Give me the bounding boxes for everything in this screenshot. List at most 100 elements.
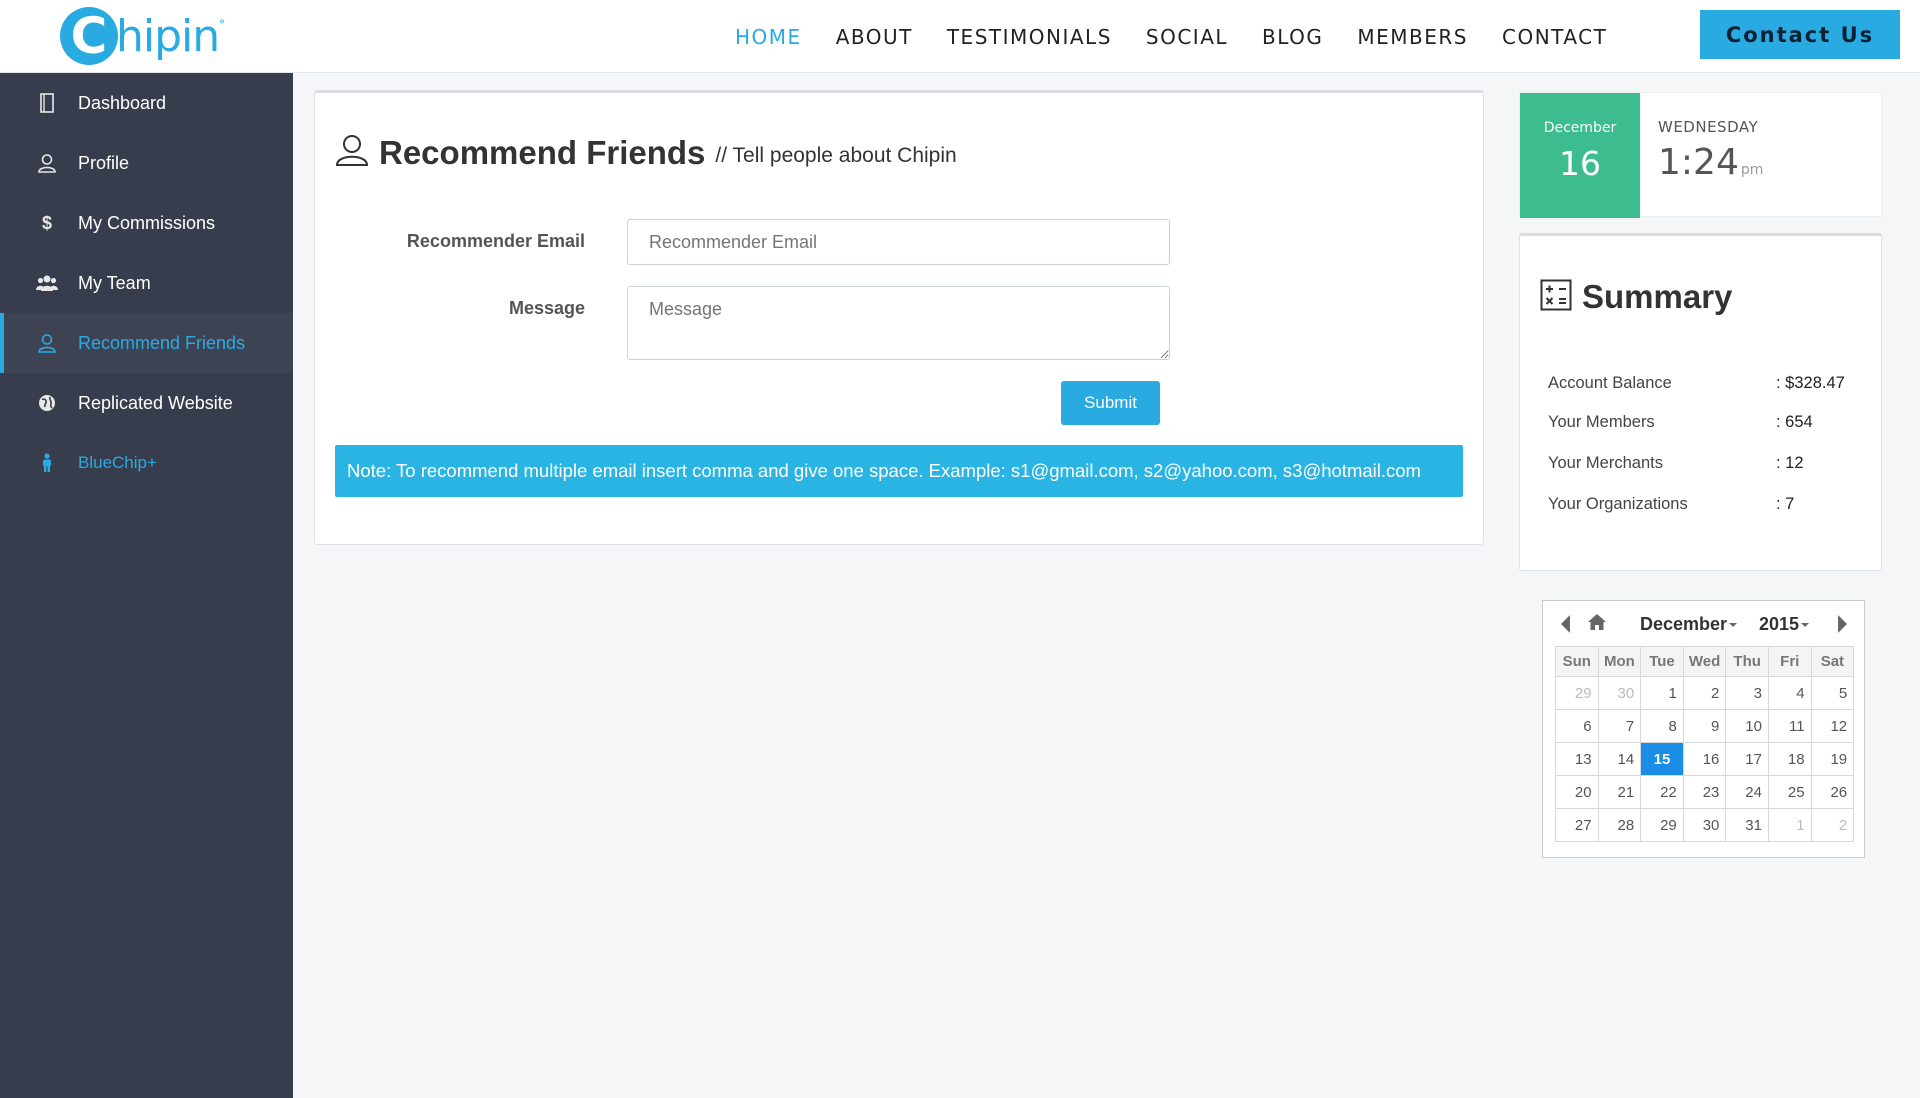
sidebar-item-label: BlueChip+ — [78, 453, 157, 472]
message-label: Message — [508, 298, 585, 318]
calendar-day[interactable]: 2 — [1682, 676, 1727, 710]
weekday-header: Wed — [1682, 646, 1727, 677]
calendar-day[interactable]: 19 — [1810, 742, 1855, 776]
panel-header: Recommend Friends // Tell people about C… — [335, 133, 957, 172]
nav-social[interactable]: SOCIAL — [1146, 25, 1228, 49]
nav-about[interactable]: ABOUT — [836, 25, 913, 49]
page-title: Recommend Friends — [379, 133, 706, 171]
calendar-day[interactable]: 2 — [1810, 808, 1855, 842]
recommender-email-input[interactable] — [627, 219, 1170, 265]
recommend-friends-panel: Recommend Friends // Tell people about C… — [314, 90, 1484, 545]
calendar-day[interactable]: 6 — [1555, 709, 1599, 743]
main-nav: HOME ABOUT TESTIMONIALS SOCIAL BLOG MEMB… — [735, 0, 1641, 73]
notebook-icon — [36, 93, 58, 113]
sidebar-item-label: My Commissions — [78, 212, 216, 233]
sidebar-item-label: My Team — [78, 272, 151, 293]
person-icon — [36, 453, 58, 473]
calendar-day[interactable]: 26 — [1810, 775, 1855, 809]
summary-row: Account Balance : $328.47 — [1548, 374, 1868, 393]
email-label: Recommender Email — [406, 231, 585, 251]
calendar-day[interactable]: 14 — [1597, 742, 1642, 776]
calendar-day[interactable]: 3 — [1725, 676, 1769, 710]
calendar-day-selected[interactable]: 15 — [1640, 742, 1684, 776]
globe-icon — [36, 394, 58, 412]
week-row: 13 14 15 16 17 18 19 — [1555, 742, 1855, 776]
calendar-day[interactable]: 29 — [1640, 808, 1684, 842]
calendar-day[interactable]: 10 — [1725, 709, 1769, 743]
group-icon — [36, 274, 58, 292]
summary-row: Your Organizations : 7 — [1548, 495, 1868, 514]
submit-button[interactable]: Submit — [1061, 381, 1160, 425]
calendar-day[interactable]: 1 — [1767, 808, 1812, 842]
chipin-logo[interactable]: C hipin ° — [60, 6, 225, 66]
message-textarea[interactable] — [627, 286, 1170, 360]
calendar-day[interactable]: 5 — [1810, 676, 1855, 710]
calendar-day[interactable]: 30 — [1682, 808, 1727, 842]
chevron-down-icon — [1801, 623, 1810, 628]
calendar-day[interactable]: 29 — [1555, 676, 1599, 710]
sidebar-item-replicated-website[interactable]: Replicated Website — [0, 373, 293, 433]
user-icon — [335, 133, 369, 172]
dollar-icon: $ — [41, 212, 52, 233]
summary-label: Your Members — [1548, 413, 1655, 431]
summary-value: : 12 — [1776, 454, 1804, 472]
calendar-day[interactable]: 22 — [1640, 775, 1684, 809]
week-row: 6 7 8 9 10 11 12 — [1555, 709, 1855, 743]
calendar-day[interactable]: 12 — [1810, 709, 1855, 743]
sidebar-item-bluechip[interactable]: BlueChip+ — [0, 433, 293, 493]
nav-blog[interactable]: BLOG — [1262, 25, 1323, 49]
logo-text: hipin — [116, 10, 220, 62]
calendar-day[interactable]: 11 — [1767, 709, 1812, 743]
date-month: December — [1543, 120, 1617, 136]
sidebar-item-recommend-friends[interactable]: Recommend Friends — [0, 313, 293, 373]
nav-testimonials[interactable]: TESTIMONIALS — [947, 25, 1112, 49]
prev-month-icon[interactable] — [1561, 615, 1570, 633]
weekday-header: Thu — [1725, 646, 1769, 677]
sidebar-item-dashboard[interactable]: Dashboard — [0, 73, 293, 133]
calendar-day[interactable]: 1 — [1640, 676, 1684, 710]
summary-header: Summary — [1540, 278, 1732, 316]
calendar-day[interactable]: 13 — [1555, 742, 1599, 776]
calendar-day[interactable]: 9 — [1682, 709, 1727, 743]
nav-members[interactable]: MEMBERS — [1357, 25, 1468, 49]
summary-value: : $328.47 — [1776, 374, 1845, 392]
weekday: WEDNESDAY — [1658, 118, 1759, 136]
nav-home[interactable]: HOME — [735, 25, 802, 49]
sidebar-item-profile[interactable]: Profile — [0, 133, 293, 193]
calendar-day[interactable]: 31 — [1725, 808, 1769, 842]
calendar-day[interactable]: 21 — [1597, 775, 1642, 809]
calendar-day[interactable]: 30 — [1597, 676, 1642, 710]
weekday-header: Fri — [1767, 646, 1812, 677]
next-month-icon[interactable] — [1838, 615, 1847, 633]
summary-value: : 7 — [1776, 495, 1795, 513]
calendar-day[interactable]: 28 — [1597, 808, 1642, 842]
top-navbar: C hipin ° HOME ABOUT TESTIMONIALS SOCIAL… — [0, 0, 1920, 73]
calendar-day[interactable]: 24 — [1725, 775, 1769, 809]
calendar-day[interactable]: 27 — [1555, 808, 1599, 842]
calendar-month-select[interactable]: December — [1640, 614, 1738, 635]
weekday-row: Sun Mon Tue Wed Thu Fri Sat — [1555, 646, 1855, 677]
weekday-header: Sat — [1810, 646, 1855, 677]
nav-contact[interactable]: CONTACT — [1502, 25, 1607, 49]
contact-us-button[interactable]: Contact Us — [1700, 10, 1900, 59]
calendar-day[interactable]: 18 — [1767, 742, 1812, 776]
calendar-year-select[interactable]: 2015 — [1759, 614, 1810, 635]
weekday-header: Sun — [1555, 646, 1599, 677]
calendar-day[interactable]: 23 — [1682, 775, 1727, 809]
calendar-day[interactable]: 7 — [1597, 709, 1642, 743]
calendar-day[interactable]: 16 — [1682, 742, 1727, 776]
calendar-day[interactable]: 20 — [1555, 775, 1599, 809]
summary-value: : 654 — [1776, 413, 1813, 431]
time-ampm: pm — [1740, 162, 1764, 178]
date-day: 16 — [1559, 144, 1601, 183]
sidebar-item-my-commissions[interactable]: $ My Commissions — [0, 193, 293, 253]
calendar-day[interactable]: 8 — [1640, 709, 1684, 743]
home-icon[interactable] — [1587, 613, 1607, 636]
user-icon — [36, 153, 58, 173]
calendar-day[interactable]: 17 — [1725, 742, 1769, 776]
weekday-header: Mon — [1597, 646, 1642, 677]
calendar-day[interactable]: 25 — [1767, 775, 1812, 809]
sidebar-item-my-team[interactable]: My Team — [0, 253, 293, 313]
datetime-widget: December 16 WEDNESDAY 1:24 pm — [1519, 92, 1882, 218]
calendar-day[interactable]: 4 — [1767, 676, 1812, 710]
